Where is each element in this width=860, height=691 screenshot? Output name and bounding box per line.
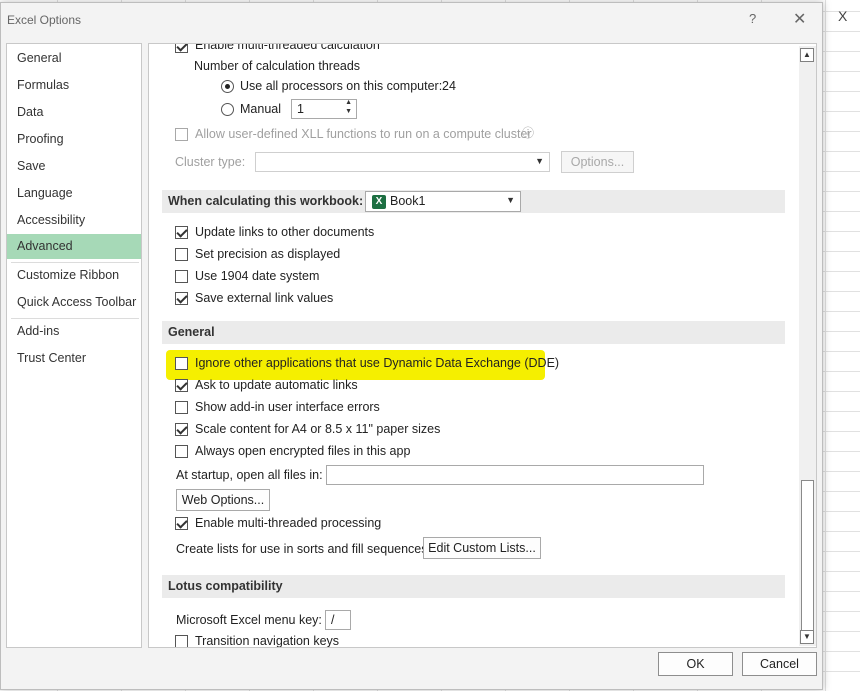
manual-threads-radio[interactable] — [221, 103, 234, 116]
nav-item-language[interactable]: Language — [7, 181, 141, 206]
multithread-processing-label: Enable multi-threaded processing — [195, 516, 382, 530]
menu-key-input[interactable]: / — [325, 610, 351, 630]
spinner-arrows-icon[interactable]: ▲ ▼ — [345, 98, 352, 116]
startup-folder-label: At startup, open all files in: — [176, 468, 323, 482]
scrollbar-thumb[interactable] — [801, 480, 814, 638]
general-section-header: General — [162, 321, 785, 344]
manual-threads-spinner[interactable]: 1 ▲ ▼ — [291, 99, 357, 119]
options-nav: General Formulas Data Proofing Save Lang… — [6, 43, 142, 648]
nav-item-customize-ribbon[interactable]: Customize Ribbon — [7, 263, 141, 288]
nav-item-trust-center[interactable]: Trust Center — [7, 346, 141, 371]
nav-item-accessibility[interactable]: Accessibility — [7, 208, 141, 233]
cluster-type-dropdown[interactable]: ▼ — [255, 152, 550, 172]
excel-icon: X — [372, 195, 386, 209]
nav-item-data[interactable]: Data — [7, 100, 141, 125]
lotus-section-header: Lotus compatibility — [162, 575, 785, 598]
manual-threads-label: Manual — [240, 102, 281, 116]
menu-key-label: Microsoft Excel menu key: — [176, 613, 322, 627]
nav-item-general[interactable]: General — [7, 46, 141, 71]
all-processors-radio[interactable] — [221, 80, 234, 93]
edit-custom-lists-button[interactable]: Edit Custom Lists... — [423, 537, 541, 559]
ignore-dde-label: Ignore other applications that use Dynam… — [195, 356, 560, 370]
general-section-label: General — [168, 325, 215, 339]
nav-item-quick-access-toolbar[interactable]: Quick Access Toolbar — [7, 290, 141, 315]
xll-cluster-checkbox[interactable] — [175, 128, 188, 141]
manual-threads-value: 1 — [297, 102, 304, 116]
cluster-options-button[interactable]: Options... — [561, 151, 634, 173]
encrypted-files-label: Always open encrypted files in this app — [195, 444, 411, 458]
background-close-glyph: X — [838, 8, 848, 24]
date-1904-label: Use 1904 date system — [195, 269, 320, 283]
cluster-type-label: Cluster type: — [175, 155, 246, 169]
nav-item-formulas[interactable]: Formulas — [7, 73, 141, 98]
multithread-calc-label: Enable multi-threaded calculation — [195, 43, 380, 52]
precision-label: Set precision as displayed — [195, 247, 341, 261]
external-links-label: Save external link values — [195, 291, 334, 305]
scroll-down-icon[interactable]: ▼ — [800, 630, 814, 644]
lotus-section-label: Lotus compatibility — [168, 579, 283, 593]
processor-count: 24 — [442, 79, 456, 93]
ignore-dde-checkbox[interactable] — [175, 357, 188, 370]
nav-item-save[interactable]: Save — [7, 154, 141, 179]
help-button[interactable]: ? — [749, 11, 756, 26]
addin-errors-checkbox[interactable] — [175, 401, 188, 414]
date-1904-checkbox[interactable] — [175, 270, 188, 283]
cancel-button[interactable]: Cancel — [742, 652, 817, 676]
multithread-processing-checkbox[interactable] — [175, 517, 188, 530]
chevron-down-icon: ▼ — [506, 195, 515, 205]
excel-options-dialog: Excel Options ? ✕ General Formulas Data … — [0, 2, 823, 690]
xll-cluster-label: Allow user-defined XLL functions to run … — [195, 127, 532, 141]
nav-item-add-ins[interactable]: Add-ins — [7, 319, 141, 344]
update-links-label: Update links to other documents — [195, 225, 375, 239]
dialog-title: Excel Options — [7, 13, 82, 27]
startup-folder-input[interactable] — [326, 465, 704, 485]
nav-item-proofing[interactable]: Proofing — [7, 127, 141, 152]
multithread-calc-checkbox[interactable] — [175, 44, 188, 53]
advanced-options-pane: Enable multi-threaded calculation Number… — [148, 43, 817, 648]
close-button[interactable]: ✕ — [793, 9, 806, 29]
workbook-name: Book1 — [390, 194, 426, 208]
scale-content-label: Scale content for A4 or 8.5 x 11" paper … — [195, 422, 441, 436]
ok-button[interactable]: OK — [658, 652, 733, 676]
vertical-scrollbar[interactable]: ▲ ▼ — [799, 46, 816, 646]
workbook-dropdown[interactable]: X Book1 ▼ — [365, 191, 521, 212]
nav-item-advanced[interactable]: Advanced — [7, 234, 141, 259]
web-options-button[interactable]: Web Options... — [176, 489, 270, 511]
encrypted-files-checkbox[interactable] — [175, 445, 188, 458]
ask-update-links-label: Ask to update automatic links — [195, 378, 358, 392]
chevron-down-icon: ▼ — [535, 156, 544, 166]
calc-threads-label: Number of calculation threads — [194, 59, 361, 73]
addin-errors-label: Show add-in user interface errors — [195, 400, 380, 414]
ask-update-links-checkbox[interactable] — [175, 379, 188, 392]
precision-checkbox[interactable] — [175, 248, 188, 261]
scroll-up-icon[interactable]: ▲ — [800, 48, 814, 62]
all-processors-label: Use all processors on this computer: — [240, 79, 443, 93]
transition-keys-checkbox[interactable] — [175, 635, 188, 647]
custom-lists-label: Create lists for use in sorts and fill s… — [176, 542, 431, 556]
scale-content-checkbox[interactable] — [175, 423, 188, 436]
update-links-checkbox[interactable] — [175, 226, 188, 239]
workbook-section-label: When calculating this workbook: — [168, 194, 364, 208]
info-icon: ⓘ — [522, 126, 535, 140]
external-links-checkbox[interactable] — [175, 292, 188, 305]
transition-keys-label: Transition navigation keys — [195, 634, 340, 648]
